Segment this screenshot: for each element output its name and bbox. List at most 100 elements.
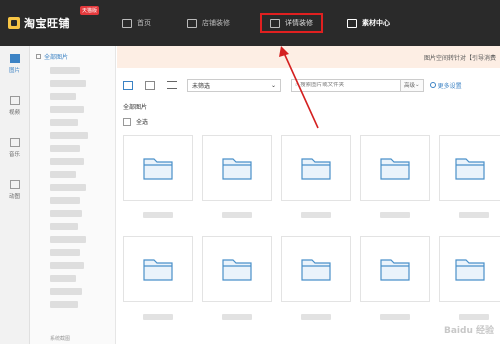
tree-folder-item[interactable] <box>50 93 76 100</box>
tree-folder-item[interactable] <box>50 249 80 256</box>
more-settings-label: 更多设置 <box>437 82 462 90</box>
tree-folder-item[interactable] <box>50 197 80 204</box>
sort-icon[interactable] <box>167 81 177 89</box>
tree-folder-item[interactable] <box>50 262 84 269</box>
rail-item-label: 视频 <box>8 110 20 116</box>
nav-item-material-center[interactable]: 素材中心 <box>341 13 396 33</box>
folder-card[interactable] <box>281 135 351 201</box>
select-all-checkbox[interactable] <box>123 117 131 126</box>
select-all[interactable]: 全选 <box>123 117 148 126</box>
nav-item-home[interactable]: 首页 <box>116 13 157 33</box>
folder-name <box>222 212 252 218</box>
image-icon <box>9 54 20 63</box>
tree-bottom-label[interactable]: 系统截图 <box>50 335 70 342</box>
main-content: 图片空间转针对【引导消费 未筛选 ⌄ ⌕ 高级 ⌄ 更多设置 全部图片 全选 <box>117 46 500 344</box>
folder-icon <box>347 18 357 28</box>
folder-card[interactable] <box>360 135 430 201</box>
tree-root-label: 全部图片 <box>44 54 69 61</box>
home-icon <box>122 18 132 28</box>
list-view-icon[interactable] <box>145 80 155 90</box>
tree-folder-item[interactable] <box>50 106 84 113</box>
tree-folder-item[interactable] <box>50 80 86 87</box>
folder-icon <box>380 259 410 281</box>
folder-name <box>380 212 410 218</box>
folder-icon <box>143 259 173 281</box>
advanced-label: 高级 <box>404 83 416 89</box>
rail-item-label: 图片 <box>8 68 20 74</box>
breadcrumb[interactable]: 全部图片 <box>123 102 147 111</box>
top-nav-bar: 淘宝旺铺 天猫版 首页 店铺装修 详情装修 素材中心 <box>0 0 500 46</box>
filter-select[interactable]: 未筛选 ⌄ <box>187 78 281 92</box>
grid-view-icon[interactable] <box>123 80 133 90</box>
folder-icon <box>143 158 173 180</box>
nav-item-detail-decoration[interactable]: 详情装修 <box>260 13 323 33</box>
tree-folder-item[interactable] <box>50 275 76 282</box>
nav-item-label: 素材中心 <box>362 19 390 27</box>
rail-item-music[interactable]: 音乐 <box>0 138 29 172</box>
folder-card[interactable] <box>123 236 193 302</box>
video-icon <box>9 96 20 105</box>
folder-icon <box>301 158 331 180</box>
store-icon <box>187 18 197 28</box>
folder-tree: 全部图片 系统截图 <box>30 46 116 344</box>
tree-folder-item[interactable] <box>50 67 80 74</box>
folder-icon <box>222 158 252 180</box>
folder-card[interactable] <box>202 236 272 302</box>
nav-item-label: 详情装修 <box>285 19 313 27</box>
nav-item-store-decoration[interactable]: 店铺装修 <box>181 13 236 33</box>
tree-folder-item[interactable] <box>50 145 80 152</box>
folder-name <box>143 212 173 218</box>
folder-card[interactable] <box>439 135 500 201</box>
detail-page-icon <box>270 18 280 28</box>
search-input[interactable] <box>300 82 381 88</box>
collapse-icon[interactable] <box>36 54 41 59</box>
folder-name <box>459 314 489 320</box>
folder-name <box>301 212 331 218</box>
tree-folder-item[interactable] <box>50 210 82 217</box>
folder-card[interactable] <box>202 135 272 201</box>
advanced-search-button[interactable]: 高级 ⌄ <box>401 78 424 92</box>
folder-icon <box>455 158 485 180</box>
music-icon <box>9 138 20 147</box>
tree-root[interactable]: 全部图片 <box>36 52 115 61</box>
tree-folder-item[interactable] <box>50 119 78 126</box>
chevron-down-icon: ⌄ <box>415 82 420 88</box>
folder-card[interactable] <box>123 135 193 201</box>
folder-name <box>222 314 252 320</box>
folder-name <box>459 212 489 218</box>
rail-item-gif[interactable]: 动图 <box>0 180 29 214</box>
tree-folder-item[interactable] <box>50 223 78 230</box>
chevron-down-icon: ⌄ <box>270 81 276 89</box>
nav-item-label: 店铺装修 <box>202 19 230 27</box>
rail-item-image[interactable]: 图片 <box>0 54 29 88</box>
rail-item-video[interactable]: 视频 <box>0 96 29 130</box>
folder-icon <box>222 259 252 281</box>
rail-item-label: 音乐 <box>8 152 20 158</box>
folder-icon <box>455 259 485 281</box>
folder-icon <box>380 158 410 180</box>
logo[interactable]: 淘宝旺铺 天猫版 <box>8 6 116 31</box>
more-settings-link[interactable]: 更多设置 <box>429 81 462 90</box>
watermark: Baidu 经验 <box>443 326 494 336</box>
folder-card[interactable] <box>439 236 500 302</box>
tree-folder-item[interactable] <box>50 184 86 191</box>
filter-value: 未筛选 <box>192 82 211 90</box>
notice-banner: 图片空间转针对【引导消费 <box>117 46 500 68</box>
tree-folder-item[interactable] <box>50 236 86 243</box>
tree-folder-item[interactable] <box>50 158 84 165</box>
folder-card[interactable] <box>281 236 351 302</box>
folder-name <box>301 314 331 320</box>
folder-name <box>380 314 410 320</box>
search-icon: ⌕ <box>295 81 299 88</box>
tree-folder-item[interactable] <box>50 301 78 308</box>
folder-card[interactable] <box>360 236 430 302</box>
rail-item-label: 动图 <box>8 194 20 200</box>
folder-icon <box>301 259 331 281</box>
tree-folder-item[interactable] <box>50 171 76 178</box>
tree-folder-item[interactable] <box>50 132 88 139</box>
tree-folder-item[interactable] <box>50 288 82 295</box>
notice-text: 图片空间转针对【引导消费 <box>423 54 496 62</box>
search-box: ⌕ <box>291 78 401 92</box>
toolbar: 未筛选 ⌄ ⌕ 高级 ⌄ 更多设置 <box>123 78 500 92</box>
logo-icon <box>8 17 20 29</box>
